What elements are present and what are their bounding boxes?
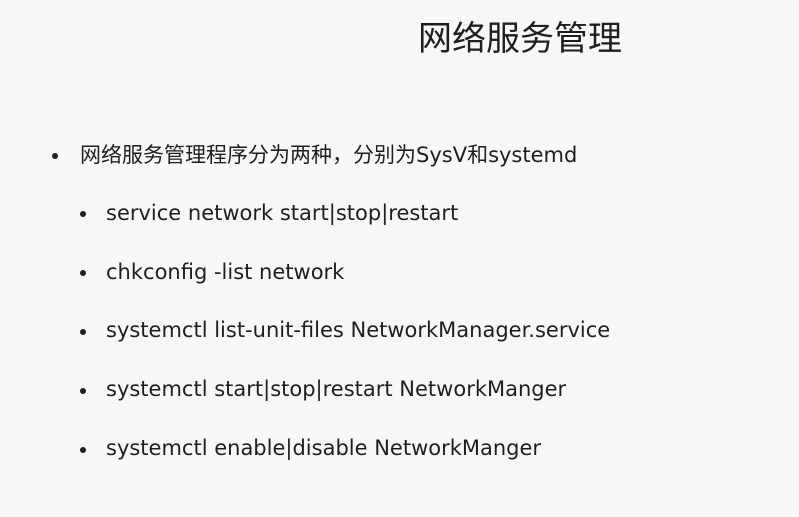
main-bullet-text: 网络服务管理程序分为两种，分别为SysV和systemd: [80, 143, 578, 167]
bullet-icon: [52, 153, 58, 159]
sub-bullet-text: systemctl enable|disable NetworkManger: [106, 436, 542, 460]
sub-bullet-text: chkconfig -list network: [106, 260, 345, 284]
bullet-icon: [80, 447, 86, 453]
slide-title: 网络服务管理: [418, 19, 622, 59]
bullet-icon: [80, 388, 86, 394]
sub-bullet-text: service network start|stop|restart: [106, 201, 459, 225]
sub-bullet-text: systemctl list-unit-files NetworkManager…: [106, 318, 611, 342]
bullet-icon: [80, 270, 86, 276]
bullet-icon: [80, 211, 86, 217]
bullet-icon: [80, 329, 86, 335]
sub-bullet-text: systemctl start|stop|restart NetworkMang…: [106, 377, 567, 401]
